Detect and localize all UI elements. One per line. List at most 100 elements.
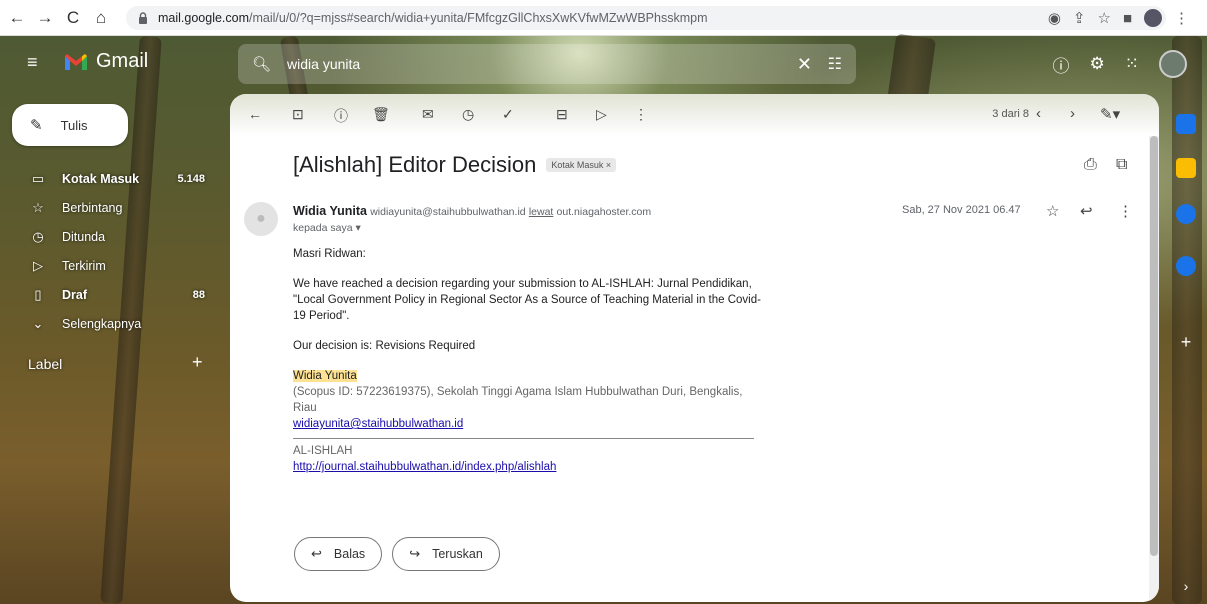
- gmail-m-icon: [65, 53, 87, 70]
- address-bar[interactable]: mail.google.com/mail/u/0/?q=mjss#search/…: [126, 6, 1166, 30]
- sidebar-item-label: Berbintang: [62, 200, 123, 215]
- share-icon[interactable]: ⇪: [1073, 9, 1086, 27]
- chevron-down-icon: ⌄: [32, 315, 44, 331]
- compose-label: Tulis: [60, 117, 88, 133]
- journal-name: AL-ISHLAH: [293, 445, 353, 457]
- newer-icon[interactable]: ‹: [1036, 105, 1041, 122]
- decision-paragraph: Our decision is: Revisions Required: [293, 340, 476, 352]
- add-addon-icon[interactable]: +: [1176, 332, 1196, 352]
- greeting: Masri Ridwan:: [293, 248, 366, 260]
- side-panel-strip: + ›: [1168, 96, 1207, 604]
- recipient-dropdown[interactable]: kepada saya ▾: [293, 222, 361, 234]
- search-bar[interactable]: 🔍︎ ✕ ☷: [238, 44, 856, 84]
- sidebar-item-starred[interactable]: ☆ Berbintang: [0, 193, 225, 222]
- reload-icon[interactable]: C: [62, 7, 84, 29]
- journal-url-link[interactable]: http://journal.staihubbulwathan.id/index…: [293, 461, 556, 473]
- report-spam-icon[interactable]: ⓘ: [334, 106, 348, 126]
- pagination-text: 3 dari 8: [992, 108, 1029, 120]
- sender-avatar: ●: [244, 202, 278, 236]
- apps-grid-icon[interactable]: ⁙: [1125, 54, 1139, 74]
- signature-email-link[interactable]: widiayunita@staihubbulwathan.id: [293, 418, 463, 430]
- sidebar-nav: ▭ Kotak Masuk 5.148 ☆ Berbintang ◷ Ditun…: [0, 164, 225, 338]
- delete-icon[interactable]: 🗑︎: [372, 106, 390, 123]
- search-options-icon[interactable]: ☷: [828, 54, 842, 74]
- sender-name: Widia Yunita: [293, 204, 367, 218]
- email-date: Sab, 27 Nov 2021 06.47: [902, 204, 1021, 216]
- back-to-list-icon[interactable]: ←: [248, 106, 262, 122]
- labels-heading: Label: [28, 356, 63, 372]
- subject-text: [Alishlah] Editor Decision: [293, 152, 537, 177]
- older-icon[interactable]: ›: [1070, 105, 1075, 122]
- add-to-tasks-icon[interactable]: ✓: [502, 106, 514, 123]
- gmail-logo[interactable]: Gmail: [64, 50, 148, 73]
- move-to-icon[interactable]: ⊟: [556, 106, 568, 123]
- home-icon[interactable]: ⌂: [90, 7, 112, 29]
- clear-search-icon[interactable]: ✕: [797, 54, 812, 75]
- send-icon: ▷: [33, 257, 43, 273]
- search-input[interactable]: [287, 56, 768, 72]
- profile-icon[interactable]: [1144, 9, 1162, 27]
- sender-email: widiayunita@staihubbulwathan.id: [370, 206, 526, 218]
- mark-unread-icon[interactable]: ✉: [422, 106, 434, 123]
- message-more-icon[interactable]: ⋮: [1118, 202, 1133, 220]
- sidebar-item-snoozed[interactable]: ◷ Ditunda: [0, 222, 225, 251]
- compose-button[interactable]: ✎ Tulis: [12, 104, 128, 146]
- reply-icon[interactable]: ↩: [1080, 202, 1093, 220]
- extension-icon[interactable]: ■: [1123, 10, 1132, 27]
- inbox-icon: ▭: [31, 170, 45, 186]
- add-label-icon[interactable]: +: [192, 352, 203, 373]
- keep-icon[interactable]: [1176, 158, 1196, 178]
- menu-kebab-icon[interactable]: ⋮: [1174, 9, 1189, 27]
- clock-icon: ◷: [32, 228, 44, 244]
- search-icon[interactable]: 🔍︎: [252, 55, 271, 73]
- reply-button[interactable]: ↩ Balas: [294, 537, 383, 571]
- url-path: /mail/u/0/?q=mjss#search/widia+yunita/FM…: [249, 11, 708, 25]
- sidebar-item-label: Terkirim: [62, 258, 106, 273]
- lock-icon: [139, 12, 147, 24]
- sidebar-item-count: 5.148: [177, 172, 205, 185]
- inbox-tag[interactable]: Kotak Masuk ×: [546, 158, 617, 172]
- forward-button[interactable]: ↪ Teruskan: [392, 537, 500, 571]
- url-domain: mail.google.com: [158, 11, 250, 25]
- main-menu-icon[interactable]: ≡: [27, 52, 38, 73]
- sidebar-item-inbox[interactable]: ▭ Kotak Masuk 5.148: [0, 164, 225, 193]
- sidebar-item-label: Ditunda: [62, 229, 106, 244]
- scrollbar-thumb[interactable]: [1150, 136, 1158, 556]
- sidebar-item-label: Draf: [62, 287, 88, 302]
- star-icon: ☆: [32, 199, 44, 215]
- tasks-icon[interactable]: [1176, 204, 1196, 224]
- sidebar-item-label: Kotak Masuk: [62, 171, 140, 186]
- forward-label: Teruskan: [432, 547, 483, 561]
- open-new-window-icon[interactable]: ⧉: [1116, 156, 1127, 174]
- more-actions-icon[interactable]: ⋮: [634, 106, 648, 123]
- via-link[interactable]: lewat: [529, 206, 554, 218]
- input-tools-icon[interactable]: ✎▾: [1100, 105, 1120, 123]
- star-message-icon[interactable]: ☆: [1046, 202, 1059, 220]
- reply-arrow-icon: ↩: [311, 546, 322, 561]
- inbox-tag-label: Kotak Masuk: [551, 160, 604, 170]
- snooze-icon[interactable]: ◷: [462, 106, 474, 123]
- archive-icon[interactable]: ⊡: [292, 106, 304, 123]
- eye-icon[interactable]: ◉: [1048, 9, 1061, 27]
- settings-gear-icon[interactable]: ⚙: [1090, 54, 1105, 74]
- pencil-icon: ✎: [30, 117, 43, 134]
- label-icon[interactable]: ▷: [596, 106, 607, 123]
- sidebar-item-sent[interactable]: ▷ Terkirim: [0, 251, 225, 280]
- account-avatar[interactable]: [1159, 50, 1187, 78]
- bookmark-star-icon[interactable]: ☆: [1097, 9, 1110, 27]
- sidebar-item-drafts[interactable]: ▯ Draf 88: [0, 280, 225, 309]
- contacts-icon[interactable]: [1176, 256, 1196, 276]
- body-paragraph: We have reached a decision regarding you…: [293, 278, 761, 322]
- back-icon[interactable]: ←: [6, 7, 28, 29]
- file-icon: ▯: [34, 286, 42, 302]
- forward-icon[interactable]: →: [34, 7, 56, 29]
- signature-name: Widia Yunita: [293, 370, 357, 382]
- sidebar-item-more[interactable]: ⌄ Selengkapnya: [0, 309, 225, 338]
- print-icon[interactable]: ⎙: [1084, 156, 1097, 174]
- email-subject: [Alishlah] Editor Decision Kotak Masuk ×: [293, 152, 617, 178]
- sidebar-item-label: Selengkapnya: [62, 316, 142, 331]
- calendar-icon[interactable]: [1176, 114, 1196, 134]
- expand-panel-icon[interactable]: ›: [1176, 578, 1196, 598]
- via-domain: out.niagahoster.com: [556, 206, 652, 218]
- help-icon[interactable]: ⓘ: [1053, 52, 1070, 77]
